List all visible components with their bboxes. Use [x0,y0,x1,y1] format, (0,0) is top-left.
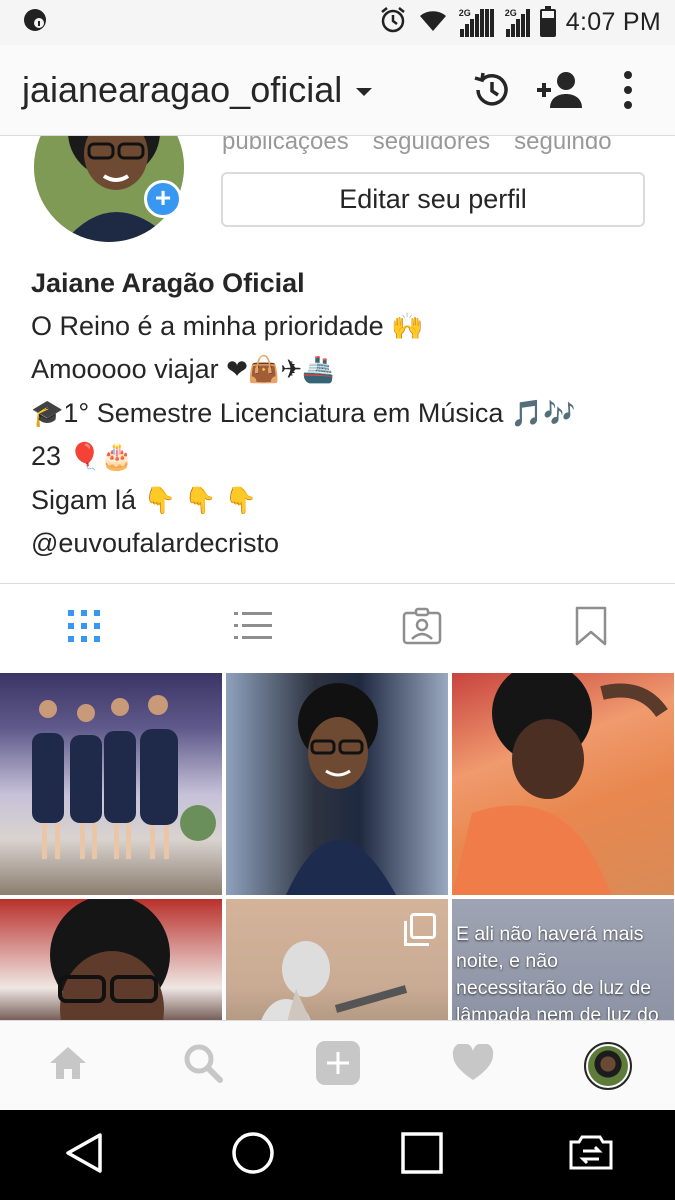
signal-icon: 2G [504,7,530,37]
profile-bio: Jaiane Aragão Oficial O Reino é a minha … [31,262,651,565]
tab-saved[interactable] [506,584,675,673]
instagram-profile-screen: 2G 2G 4:07 PM jaianearagao_oficial + pub… [0,0,675,1200]
history-icon[interactable] [467,65,517,115]
network-type-label: 2G [504,7,517,18]
edit-profile-button[interactable]: Editar seu perfil [221,172,645,227]
system-back-button[interactable] [0,1132,169,1179]
home-icon [48,1045,88,1086]
nav-activity[interactable] [405,1042,540,1087]
tagged-icon [402,607,442,650]
profile-header: jaianearagao_oficial [0,45,675,136]
add-post-icon [315,1040,361,1091]
full-name: Jaiane Aragão Oficial [31,268,305,298]
bio-line: O Reino é a minha prioridade 🙌 [31,310,424,342]
nav-add-post[interactable] [270,1040,405,1091]
bottom-navigation [0,1020,675,1110]
post-thumbnail[interactable] [0,673,222,895]
network-type-label: 2G [458,7,471,18]
more-icon[interactable] [603,65,653,115]
system-home-button[interactable] [169,1131,338,1180]
bio-mention-link[interactable]: @euvoufalardecristo [31,522,651,565]
tab-grid[interactable] [0,584,169,673]
screen-rotate-icon [565,1134,617,1177]
back-icon [64,1132,104,1179]
system-navigation-bar [0,1110,675,1200]
add-story-button[interactable]: + [144,180,182,218]
wifi-icon [418,7,448,38]
post-thumbnail[interactable] [226,673,448,895]
saved-icon [575,606,607,651]
status-bar: 2G 2G 4:07 PM [0,0,675,45]
multiple-photos-icon [404,913,436,946]
heart-icon [452,1042,494,1087]
nav-search[interactable] [135,1043,270,1088]
profile-tabs [0,583,675,673]
recents-icon [401,1131,443,1179]
battery-icon [539,5,556,37]
username-switcher[interactable]: jaianearagao_oficial [22,69,342,111]
signal-icon: 2G [458,7,494,37]
bio-line: 23 🎈🎂 [31,441,134,472]
bio-line: Sigam lá 👇 👇 👇 [31,484,258,516]
bio-line: Amooooo viajar ❤👜✈🚢 [31,354,335,385]
grid-icon [67,609,101,648]
post-thumbnail[interactable] [452,673,674,895]
nav-home[interactable] [0,1045,135,1086]
bio-line: 🎓1° Semestre Licenciatura em Música 🎵🎶 [31,397,576,429]
add-person-icon[interactable] [535,65,585,115]
vpn-icon [22,7,48,38]
list-icon [234,610,273,647]
profile-avatar [583,1041,632,1090]
chevron-down-icon[interactable] [356,88,373,96]
alarm-icon [378,5,408,40]
system-recents-button[interactable] [338,1131,507,1179]
system-rotate-button[interactable] [506,1134,675,1177]
search-icon [183,1043,223,1088]
profile-summary: + publicações seguidores seguindo Editar… [0,92,675,246]
tab-tagged[interactable] [338,584,507,673]
home-circle-icon [231,1131,275,1180]
nav-profile[interactable] [540,1041,675,1090]
tab-list[interactable] [169,584,338,673]
clock: 4:07 PM [565,8,661,36]
